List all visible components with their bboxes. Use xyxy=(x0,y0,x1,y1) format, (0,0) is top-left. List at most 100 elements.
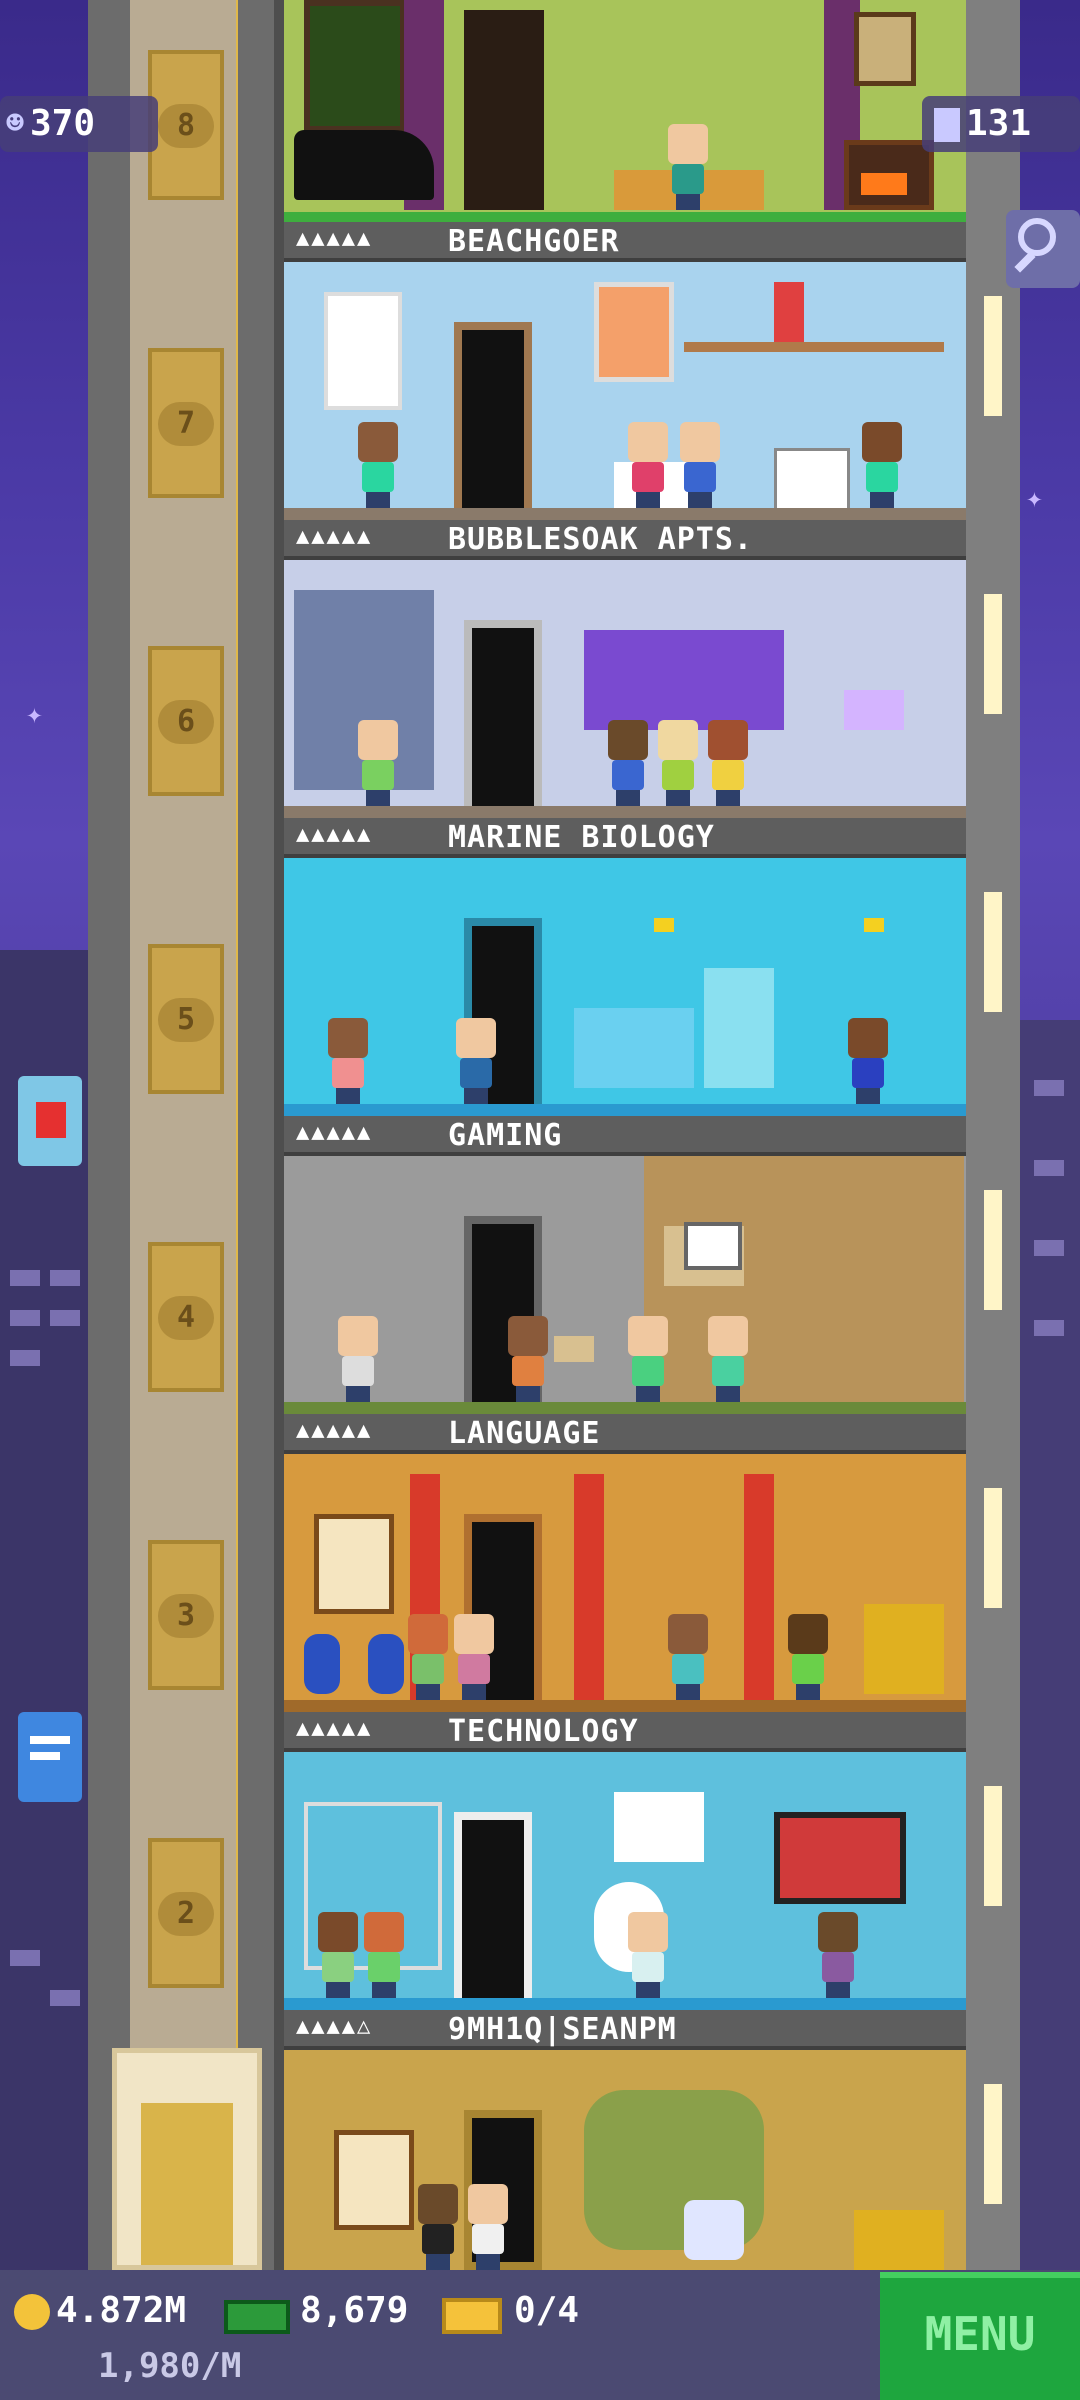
bitizen-body xyxy=(672,164,704,194)
wall-light xyxy=(984,1488,1002,1608)
floor-door xyxy=(454,322,532,520)
floor-room[interactable] xyxy=(284,2050,966,2270)
bitizen[interactable] xyxy=(676,422,724,508)
bitizen[interactable] xyxy=(360,1912,408,1998)
bitizen-head xyxy=(508,1316,548,1356)
floor-lobby[interactable]: ▲▲▲▲△ 9MH1Q|SEANPM xyxy=(284,2010,966,2270)
bitizen-body xyxy=(632,1356,664,1386)
wall-shelf xyxy=(684,342,944,352)
floor-room[interactable] xyxy=(284,858,966,1116)
floor-room[interactable] xyxy=(284,1752,966,2010)
bitizen[interactable] xyxy=(704,720,752,806)
floor-number-badge: 3 xyxy=(158,1594,214,1638)
bitizen[interactable] xyxy=(664,124,712,210)
bitizen-legs xyxy=(462,1684,486,1700)
bitizen[interactable] xyxy=(354,422,402,508)
bitizen[interactable] xyxy=(784,1614,832,1700)
floor-room[interactable] xyxy=(284,560,966,818)
background-window xyxy=(1034,1080,1064,1096)
coin-icon xyxy=(14,2294,50,2330)
chat-lines-icon xyxy=(30,1736,70,1744)
bitizen[interactable] xyxy=(504,1316,552,1402)
bitizen-head xyxy=(788,1614,828,1654)
floor-bubblesoak-apts[interactable]: ▲▲▲▲▲ BUBBLESOAK APTS. xyxy=(284,520,966,818)
elevator-shaft[interactable]: 8 7 6 5 4 3 2 xyxy=(88,0,274,2270)
bitizen[interactable] xyxy=(704,1316,752,1402)
bitizen-legs xyxy=(636,1386,660,1402)
bitizen-body xyxy=(322,1952,354,1982)
floor-edge xyxy=(284,212,966,222)
floor-technology[interactable]: ▲▲▲▲▲ TECHNOLOGY xyxy=(284,1712,966,2010)
floor-gaming[interactable]: ▲▲▲▲▲ GAMING xyxy=(284,1116,966,1414)
bitizen[interactable] xyxy=(452,1018,500,1104)
red-pillar xyxy=(744,1474,774,1704)
bitizen[interactable] xyxy=(324,1018,372,1104)
floors-counter[interactable]: 131 xyxy=(922,96,1080,152)
bitizen[interactable] xyxy=(464,2184,512,2270)
bitizen-legs xyxy=(616,790,640,806)
bitizen[interactable] xyxy=(624,1316,672,1402)
bitizen-head xyxy=(456,1018,496,1058)
bitizen[interactable] xyxy=(624,1912,672,1998)
bitizen[interactable] xyxy=(314,1912,362,1998)
floor-room[interactable] xyxy=(284,262,966,520)
bitizen[interactable] xyxy=(354,720,402,806)
bitizen-body xyxy=(712,760,744,790)
bitizen[interactable] xyxy=(404,1614,452,1700)
bitizen[interactable] xyxy=(664,1614,712,1700)
population-counter[interactable]: ☻ 370 xyxy=(0,96,158,152)
floor-name: MARINE BIOLOGY xyxy=(448,820,715,855)
bitizen-body xyxy=(368,1952,400,1982)
floor-number-badge: 5 xyxy=(158,998,214,1042)
floor-name: BEACHGOER xyxy=(448,224,620,259)
bitizen-body xyxy=(866,462,898,492)
floor-rating: ▲▲▲▲▲ xyxy=(296,226,373,251)
menu-button[interactable]: MENU xyxy=(880,2272,1080,2400)
floor-room[interactable] xyxy=(284,1156,966,1414)
floors-value: 131 xyxy=(966,103,1032,144)
bitizen[interactable] xyxy=(450,1614,498,1700)
bitizen[interactable] xyxy=(624,422,672,508)
floor-ground xyxy=(284,1700,966,1712)
fish-icon xyxy=(864,918,884,932)
bitizen[interactable] xyxy=(654,720,702,806)
floor-marine-biology[interactable]: ▲▲▲▲▲ MARINE BIOLOGY xyxy=(284,818,966,1116)
wall-light xyxy=(984,2084,1002,2204)
floor-8-residence[interactable] xyxy=(284,0,966,222)
bitizen-body xyxy=(412,1654,444,1684)
lamp-stool xyxy=(844,690,904,730)
bitizen-legs xyxy=(688,492,712,508)
bitizen[interactable] xyxy=(604,720,652,806)
background-window xyxy=(50,1310,80,1326)
bitizen-body xyxy=(684,462,716,492)
floor-rating: ▲▲▲▲▲ xyxy=(296,1120,373,1145)
floor-name: GAMING xyxy=(448,1118,563,1153)
floor-number-badge: 7 xyxy=(158,402,214,446)
bitizen-body xyxy=(472,2224,504,2254)
floor-number-badge: 2 xyxy=(158,1892,214,1936)
bitizen-legs xyxy=(826,1982,850,1998)
bitizen[interactable] xyxy=(858,422,906,508)
bitizen-head xyxy=(468,2184,508,2224)
lobby-elevator-door[interactable] xyxy=(112,2048,262,2270)
floor-room[interactable] xyxy=(284,1454,966,1712)
bitizen[interactable] xyxy=(844,1018,892,1104)
coin-balance: 4.872M xyxy=(56,2290,187,2331)
bitizen[interactable] xyxy=(814,1912,862,1998)
search-button[interactable] xyxy=(1006,210,1080,288)
bitizen[interactable] xyxy=(334,1316,382,1402)
bitizen-body xyxy=(362,462,394,492)
vase-icon xyxy=(368,1634,404,1694)
bitizen[interactable] xyxy=(414,2184,462,2270)
bitizen-body xyxy=(792,1654,824,1684)
fries-icon xyxy=(36,1102,66,1138)
fridge xyxy=(704,968,774,1088)
side-food-card[interactable] xyxy=(18,1076,82,1166)
floor-beachgoer[interactable]: ▲▲▲▲▲ BEACHGOER xyxy=(284,222,966,520)
fireplace xyxy=(844,140,934,210)
tower-bux-icon xyxy=(224,2300,290,2334)
bitizen-body xyxy=(332,1058,364,1088)
wall-painting xyxy=(854,12,916,86)
floor-language[interactable]: ▲▲▲▲▲ LANGUAGE xyxy=(284,1414,966,1712)
side-chat-card[interactable] xyxy=(18,1712,82,1802)
